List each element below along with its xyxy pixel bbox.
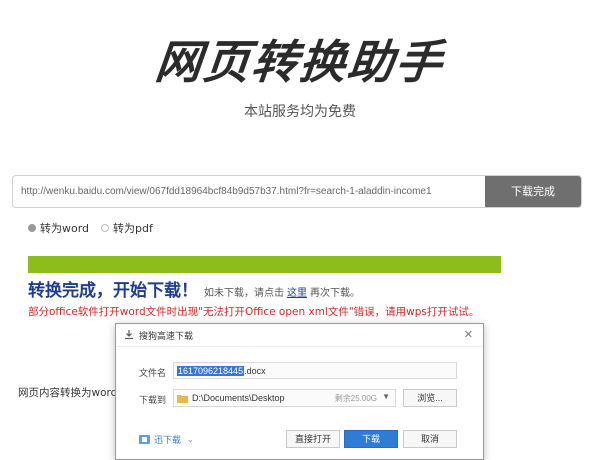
browse-button[interactable]: 浏览...	[403, 389, 457, 407]
page-subtitle: 本站服务均为免费	[244, 104, 356, 120]
mode-label-word: 转为word	[40, 222, 90, 235]
cancel-button[interactable]: 取消	[403, 430, 457, 448]
url-input[interactable]	[13, 176, 486, 207]
filename-selected-text: 1617096218445	[177, 365, 245, 376]
radio-selected-icon[interactable]	[28, 224, 36, 232]
dialog-titlebar: 搜狗高速下载 ✕	[116, 324, 483, 347]
folder-icon	[177, 394, 188, 403]
page-description: 网页内容转换为word	[18, 387, 118, 399]
dialog-title: 搜狗高速下载	[139, 330, 194, 341]
download-icon	[125, 330, 133, 340]
chevron-down-icon[interactable]: ⌄	[187, 435, 194, 444]
download-complete-button[interactable]: 下载完成	[485, 176, 581, 207]
save-path-select[interactable]: D:\Documents\Desktop 剩余25.00G ▼	[173, 389, 396, 407]
conversion-mode-group: 转为word 转为pdf	[28, 220, 165, 236]
url-form: 下载完成	[12, 175, 582, 208]
open-directly-button[interactable]: 直接打开	[286, 430, 340, 448]
mode-option-word[interactable]: 转为word	[28, 220, 89, 236]
path-label: 下载到	[139, 395, 167, 405]
warning-text: 部分office软件打开word文件时出现"无法打开Office open xm…	[28, 306, 480, 318]
radio-unselected-icon[interactable]	[101, 224, 110, 232]
redownload-link[interactable]: 这里	[287, 284, 307, 299]
thunder-download-link[interactable]: 迅下载 ⌄	[139, 433, 194, 446]
thunder-icon	[139, 435, 150, 444]
close-icon[interactable]: ✕	[464, 328, 473, 341]
free-space-text: 剩余25.00G	[334, 394, 377, 403]
download-button[interactable]: 下载	[344, 430, 398, 448]
thunder-download-label: 迅下载	[154, 435, 182, 445]
progress-bar	[28, 256, 501, 273]
filename-input[interactable]: 1617096218445 .docx	[173, 362, 457, 379]
result-line: 转换完成，开始下载！ 如未下载，请点击 这里 再次下载。	[28, 276, 360, 301]
mode-label-pdf: 转为pdf	[113, 222, 153, 235]
filename-label: 文件名	[139, 368, 167, 378]
chevron-down-icon[interactable]: ▼	[382, 392, 390, 401]
result-hint-after: 再次下载。	[310, 288, 360, 299]
save-path-value: D:\Documents\Desktop	[192, 393, 285, 403]
filename-extension: .docx	[244, 365, 266, 376]
result-hint-before: 如未下载，请点击	[204, 288, 284, 299]
result-headline: 转换完成，开始下载！	[28, 281, 198, 301]
mode-option-pdf[interactable]: 转为pdf	[101, 220, 153, 236]
page-title: 网页转换助手	[152, 35, 447, 89]
download-dialog: 搜狗高速下载 ✕ 文件名 1617096218445 .docx 下载到 D:\…	[115, 323, 484, 460]
